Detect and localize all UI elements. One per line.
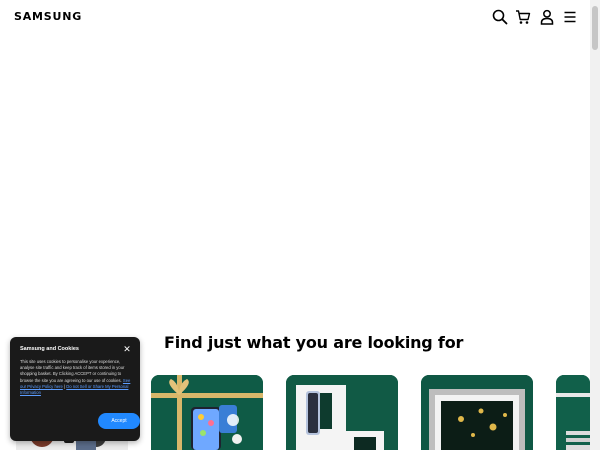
product-card-3[interactable]: [286, 375, 398, 450]
samsung-logo[interactable]: SAMSUNG: [14, 10, 82, 23]
product-card-5[interactable]: [556, 375, 590, 450]
account-icon[interactable]: [539, 9, 555, 25]
product-image-3: [286, 375, 398, 450]
product-image-4: [421, 375, 533, 450]
cookie-banner-text: This site uses cookies to personalise yo…: [20, 359, 132, 396]
close-icon[interactable]: ✕: [122, 344, 132, 354]
site-header: SAMSUNG: [0, 0, 590, 34]
product-image-2: [151, 375, 263, 450]
cart-icon[interactable]: [515, 9, 531, 25]
menu-icon[interactable]: [562, 9, 578, 25]
cookie-banner: Samsung and Cookies ✕ This site uses coo…: [10, 337, 140, 441]
accept-button[interactable]: Accept: [98, 413, 140, 429]
product-image-5: [556, 375, 590, 450]
cookie-banner-title: Samsung and Cookies: [20, 346, 79, 352]
section-title: Find just what you are looking for: [164, 333, 464, 352]
page-scrollbar[interactable]: [590, 0, 600, 450]
product-card-4[interactable]: [421, 375, 533, 450]
cookie-description: This site uses cookies to personalise yo…: [20, 359, 125, 383]
scroll-thumb[interactable]: [592, 6, 598, 50]
search-icon[interactable]: [492, 9, 508, 25]
product-card-2[interactable]: [151, 375, 263, 450]
